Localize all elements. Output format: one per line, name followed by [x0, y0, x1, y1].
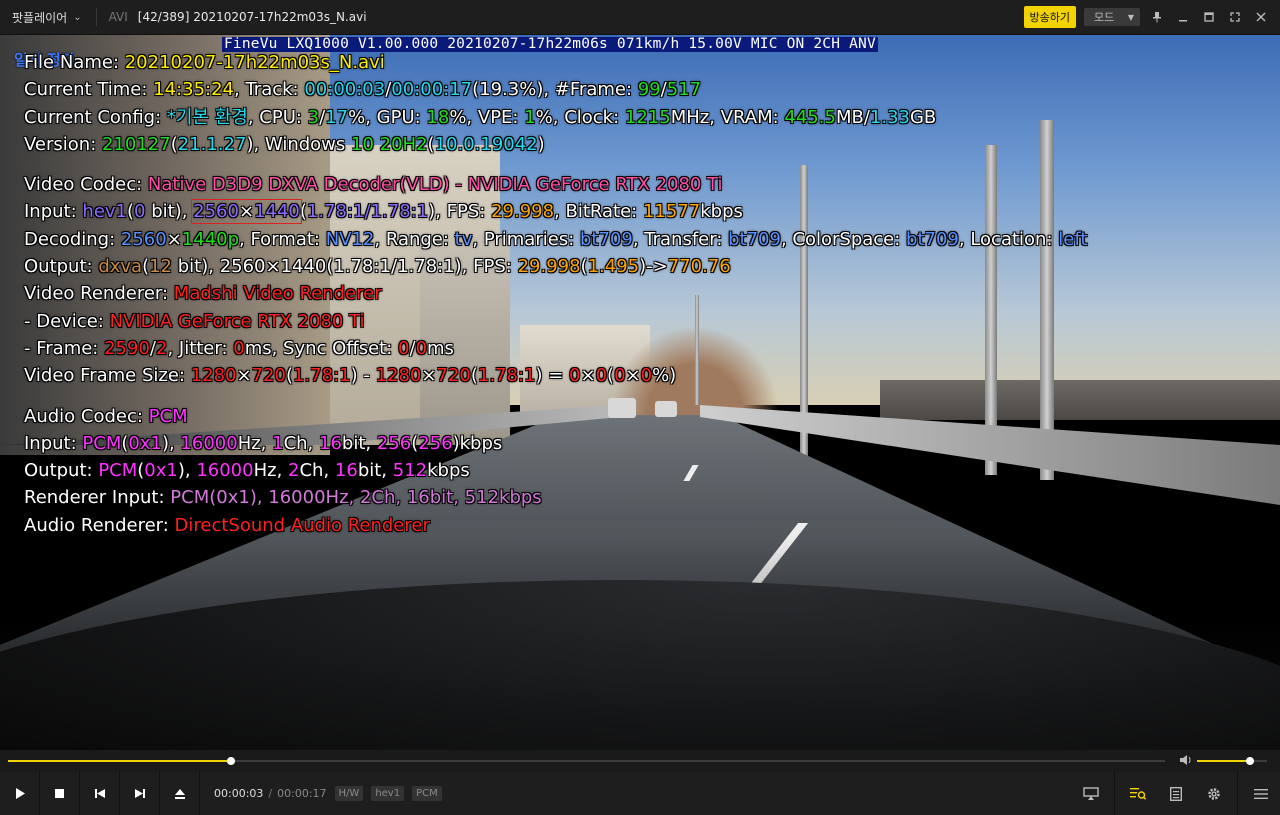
volume-handle[interactable]: [1245, 757, 1254, 765]
play-icon: [15, 788, 25, 799]
info-device: - Device: NVIDIA GeForce RTX 2080 Ti: [24, 310, 365, 332]
info-input: Input: hev1(0 bit), 2560×1440(1.78:1/1.7…: [24, 199, 743, 225]
stop-icon: [55, 789, 64, 798]
total-time: 00:00:17: [277, 787, 327, 800]
info-video-codec: Video Codec: Native D3D9 DXVA Decoder(VL…: [24, 174, 723, 196]
playlist-button[interactable]: [1119, 772, 1157, 815]
minimize-icon[interactable]: [1174, 8, 1192, 26]
menu-button[interactable]: [1242, 772, 1280, 815]
next-icon: [134, 789, 145, 798]
settings-button[interactable]: [1195, 772, 1233, 815]
eject-button[interactable]: [160, 772, 200, 815]
volume-level: [1197, 760, 1250, 762]
close-icon[interactable]: [1252, 8, 1270, 26]
fullscreen-icon[interactable]: [1226, 8, 1244, 26]
info-time: Current Time: 14:35:24, Track: 00:00:03/…: [24, 79, 702, 101]
app-name: 팟플레이어: [12, 10, 68, 25]
divider: [95, 8, 97, 26]
time-display: 00:00:03 / 00:00:17 H/W hev1 PCM: [214, 786, 442, 801]
volume-slider[interactable]: [1197, 757, 1267, 765]
info-audio-input: Input: PCM(0x1), 16000Hz, 1Ch, 16bit, 25…: [24, 432, 503, 454]
play-button[interactable]: [0, 772, 40, 815]
info-audio-renderer: Audio Renderer: DirectSound Audio Render…: [24, 514, 430, 536]
gear-icon: [1208, 787, 1220, 800]
info-config: Current Config: *기본 환경, CPU: 3/17%, GPU:…: [24, 106, 937, 128]
info-audio-codec: Audio Codec: PCM: [24, 405, 188, 427]
seek-track[interactable]: [8, 757, 1165, 765]
volume-icon[interactable]: [1180, 754, 1192, 768]
playlist-icon: [1130, 788, 1146, 800]
current-time: 00:00:03: [214, 787, 264, 800]
next-button[interactable]: [120, 772, 160, 815]
playback-info-overlay: File Name: 20210207-17h22m03s_N.avi Curr…: [24, 49, 1087, 539]
chevron-down-icon: ⌄: [73, 11, 82, 23]
info-output: Output: dxva(12 bit), 2560×1440(1.78:1/1…: [24, 256, 731, 278]
info-file: File Name: 20210207-17h22m03s_N.avi: [24, 52, 385, 73]
title-bar: 팟플레이어 ⌄ AVI [42/389] 20210207-17h22m03s_…: [0, 0, 1280, 35]
info-frame: - Frame: 2590/2, Jitter: 0ms, Sync Offse…: [24, 337, 454, 359]
video-area[interactable]: FineVu LXQ1000 V1.00.000 20210207-17h22m…: [0, 35, 1280, 750]
stop-button[interactable]: [40, 772, 80, 815]
chapter-button[interactable]: [1157, 772, 1195, 815]
cast-button[interactable]: [1072, 772, 1110, 815]
broadcast-button[interactable]: 방송하기: [1023, 6, 1076, 28]
maximize-icon[interactable]: [1200, 8, 1218, 26]
seek-bar[interactable]: [0, 750, 1280, 772]
info-frame-size: Video Frame Size: 1280×720(1.78:1) - 128…: [24, 365, 677, 387]
app-menu[interactable]: 팟플레이어 ⌄: [0, 0, 90, 34]
control-bar: 00:00:03 / 00:00:17 H/W hev1 PCM: [0, 772, 1280, 815]
info-audio-output: Output: PCM(0x1), 16000Hz, 2Ch, 16bit, 5…: [24, 460, 470, 482]
cast-icon: [1083, 787, 1099, 800]
info-decoding: Decoding: 2560×1440p, Format: NV12, Rang…: [24, 228, 1088, 250]
info-renderer-input: Renderer Input: PCM(0x1), 16000Hz, 2Ch, …: [24, 487, 542, 509]
audio-codec-badge[interactable]: PCM: [412, 786, 442, 801]
mode-label: 모드: [1094, 11, 1115, 24]
seek-progress: [8, 760, 232, 762]
mode-dropdown[interactable]: 모드 ▼: [1084, 8, 1140, 26]
format-label: AVI: [108, 10, 128, 24]
prev-icon: [94, 789, 105, 798]
seek-handle[interactable]: [227, 757, 236, 765]
list-icon: [1170, 786, 1182, 801]
time-separator: /: [268, 787, 273, 800]
info-version: Version: 210127(21.1.27), Windows 10 20H…: [24, 133, 545, 155]
caret-down-icon: ▼: [1127, 12, 1134, 22]
info-video-renderer: Video Renderer: Madshi Video Renderer: [24, 283, 382, 305]
previous-button[interactable]: [80, 772, 120, 815]
pin-icon[interactable]: [1148, 8, 1166, 26]
eject-icon: [174, 788, 185, 799]
menu-icon: [1254, 788, 1268, 799]
window-title: [42/389] 20210207-17h22m03s_N.avi: [137, 10, 367, 24]
video-codec-badge[interactable]: hev1: [371, 786, 405, 801]
hw-badge[interactable]: H/W: [334, 786, 364, 801]
